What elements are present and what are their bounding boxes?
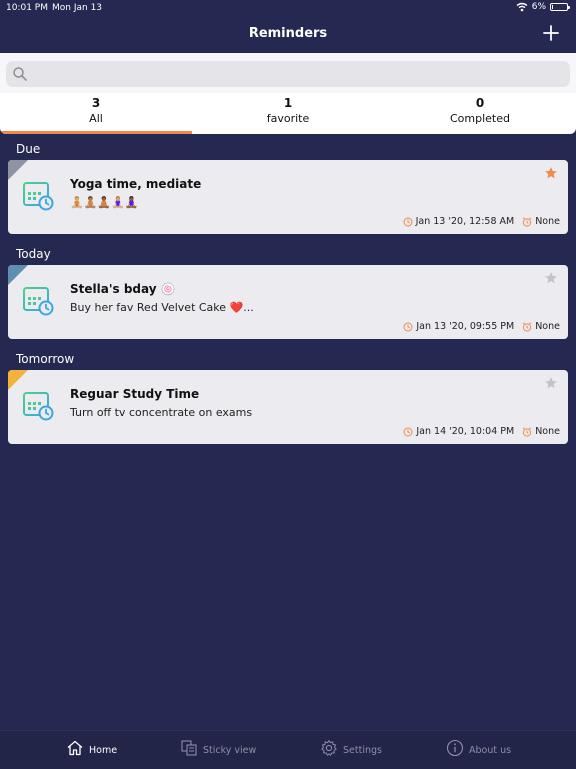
reminder-card[interactable]: Reguar Study Time Turn off tv concentrat… [8, 370, 568, 444]
status-time: 10:01 PM [6, 3, 48, 13]
calendar-clock-icon [22, 388, 54, 422]
priority-corner [8, 160, 28, 180]
section-header-tomorrow: Tomorrow [16, 352, 75, 366]
battery-percent: 6% [531, 2, 546, 12]
tab-favorite[interactable]: 1 favorite [192, 93, 384, 134]
reminder-repeat: None [535, 426, 560, 437]
tab-all-label: All [89, 112, 103, 125]
home-icon [67, 740, 83, 756]
navigation-bar: Reminders [0, 16, 576, 52]
add-reminder-button[interactable] [540, 22, 562, 44]
search-icon [13, 67, 27, 81]
status-indicators: 6% [516, 2, 570, 12]
wifi-icon [516, 2, 528, 12]
alarm-icon [522, 321, 532, 332]
reminder-card[interactable]: Yoga time, mediate 🧘🏼🧘🏽🧘🏾🧘🏼‍♀️🧘🏾‍♀️ Jan … [8, 160, 568, 234]
tabbar-sticky-view[interactable]: Sticky view [180, 739, 256, 757]
reminder-note: 🧘🏼🧘🏽🧘🏾🧘🏼‍♀️🧘🏾‍♀️ [70, 196, 139, 209]
reminder-note: Buy her fav Red Velvet Cake ❤️... [70, 301, 254, 314]
status-date: Mon Jan 13 [52, 3, 103, 13]
reminder-datetime: Jan 13 '20, 12:58 AM [415, 216, 515, 227]
clock-icon [403, 427, 413, 436]
favorite-star-icon[interactable] [544, 376, 558, 390]
tab-completed-count: 0 [475, 96, 485, 110]
tabbar-about-us[interactable]: About us [446, 739, 511, 757]
tabbar-settings-label: Settings [343, 744, 382, 756]
tab-all-count: 3 [91, 96, 101, 110]
tabbar-home[interactable]: Home [66, 739, 117, 757]
calendar-clock-icon [22, 178, 54, 212]
plus-icon [543, 25, 559, 41]
active-tab-indicator [0, 131, 192, 134]
info-icon [446, 739, 464, 757]
priority-corner [8, 265, 28, 285]
reminder-repeat: None [535, 321, 560, 332]
tab-completed[interactable]: 0 Completed [384, 93, 576, 134]
alarm-icon [522, 426, 532, 437]
section-header-today: Today [16, 247, 51, 261]
bottom-tab-bar: Home Sticky view Settings About us [0, 730, 576, 769]
favorite-star-icon[interactable] [544, 166, 558, 180]
filter-tabs: 3 All 1 favorite 0 Completed [0, 93, 576, 134]
battery-icon [550, 3, 570, 11]
tab-completed-label: Completed [450, 112, 510, 125]
tab-all[interactable]: 3 All [0, 93, 192, 134]
calendar-clock-icon [22, 283, 54, 317]
clock-icon [403, 217, 413, 226]
tab-favorite-label: favorite [266, 112, 310, 125]
page-title: Reminders [248, 26, 328, 41]
favorite-star-icon[interactable] [544, 271, 558, 285]
search-input[interactable] [34, 65, 558, 85]
reminder-title: Reguar Study Time [70, 387, 200, 401]
reminder-datetime: Jan 14 '20, 10:04 PM [416, 426, 515, 437]
sticky-notes-icon [181, 740, 197, 756]
priority-corner [8, 370, 28, 390]
tab-favorite-count: 1 [283, 96, 293, 110]
reminder-meta: Jan 13 '20, 09:55 PM None [403, 321, 560, 332]
search-container [0, 53, 576, 93]
status-bar: 10:01 PM Mon Jan 13 6% [0, 0, 576, 16]
reminder-datetime: Jan 13 '20, 09:55 PM [416, 321, 515, 332]
search-bar[interactable] [6, 61, 570, 87]
section-header-due: Due [16, 142, 41, 156]
reminder-title: Yoga time, mediate [70, 177, 202, 191]
alarm-icon [522, 216, 532, 227]
clock-icon [403, 322, 413, 331]
tabbar-about-label: About us [469, 744, 512, 756]
tabbar-home-label: Home [89, 744, 118, 756]
tabbar-settings[interactable]: Settings [320, 739, 382, 757]
gear-icon [321, 740, 337, 756]
reminder-note: Turn off tv concentrate on exams [70, 406, 253, 419]
reminder-title: Stella's bday 🍥 [70, 282, 176, 296]
reminder-card[interactable]: Stella's bday 🍥 Buy her fav Red Velvet C… [8, 265, 568, 339]
reminder-meta: Jan 14 '20, 10:04 PM None [403, 426, 560, 437]
reminder-meta: Jan 13 '20, 12:58 AM None [403, 216, 560, 227]
reminder-repeat: None [535, 216, 560, 227]
tabbar-sticky-label: Sticky view [203, 744, 257, 756]
